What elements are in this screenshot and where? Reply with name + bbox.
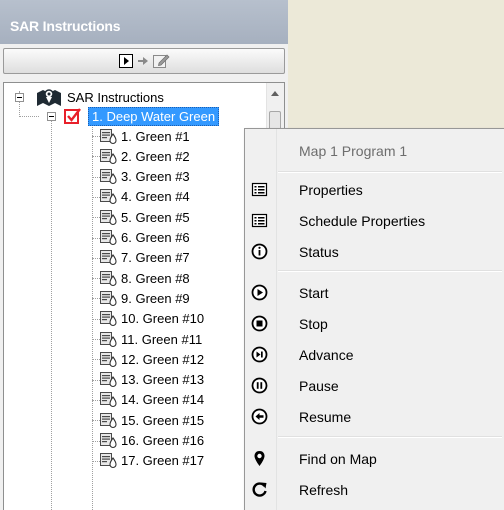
green-label: 7. Green #7 [121,250,190,266]
menu-header-label: Map 1 Program 1 [299,142,408,159]
green-schedule-icon [100,188,118,205]
map-pin-icon [254,451,265,466]
green-list-item[interactable]: 6. Green #6 [100,228,190,248]
green-schedule-icon [100,351,118,368]
green-list-item[interactable]: 7. Green #7 [100,248,190,268]
green-label: 10. Green #10 [121,311,205,327]
tree-view[interactable]: SAR Instructions 1. Deep Water Green 1. … [3,82,285,510]
green-list-item[interactable]: 17. Green #17 [100,451,204,471]
green-label: 15. Green #15 [121,412,205,428]
green-label: 1. Green #1 [121,128,190,144]
green-schedule-icon [100,209,118,226]
menu-label-pause: Pause [299,377,339,394]
menu-label-find-on-map: Find on Map [299,450,377,467]
green-list-item[interactable]: 15. Green #15 [100,410,204,430]
green-list-item[interactable]: 11. Green #11 [100,329,202,349]
green-schedule-icon [100,391,118,408]
refresh-icon [252,482,267,497]
green-schedule-icon [100,290,118,307]
tree-root-node[interactable]: SAR Instructions [35,87,164,107]
program-collapse-toggle[interactable] [47,112,56,121]
edit-icon [153,54,170,68]
red-checkbox-icon [64,108,81,124]
arrow-right-icon [138,57,148,65]
pause-icon [251,377,268,394]
green-list-item[interactable]: 1. Green #1 [100,126,190,146]
menu-item-refresh[interactable]: Refresh [245,474,503,505]
info-icon [251,243,268,260]
scroll-up-arrow-icon[interactable] [271,91,279,96]
menu-item-stop[interactable]: Stop [245,308,503,339]
menu-label-status: Status [299,243,339,260]
green-schedule-icon [100,270,118,287]
menu-item-start[interactable]: Start [245,277,503,308]
green-list-item[interactable]: 9. Green #9 [100,288,190,308]
green-schedule-icon [100,128,118,145]
green-label: 13. Green #13 [121,372,205,388]
menu-item-find-on-map[interactable]: Find on Map [245,443,503,474]
green-list-item[interactable]: 16. Green #16 [100,431,204,451]
green-schedule-icon [100,452,118,469]
schedule-list-icon [251,213,268,228]
green-label: 14. Green #14 [121,392,205,408]
properties-list-icon [251,182,268,197]
stop-icon [251,315,268,332]
menu-label-properties: Properties [299,181,363,198]
green-label: 4. Green #4 [121,189,190,205]
menu-item-status[interactable]: Status [245,236,503,267]
green-label: 2. Green #2 [121,148,190,164]
green-schedule-icon [100,432,118,449]
run-edit-button[interactable] [3,48,285,74]
menu-item-advance[interactable]: Advance [245,339,503,370]
menu-header: Map 1 Program 1 [245,135,503,166]
program-node[interactable]: 1. Deep Water Green [64,106,220,126]
menu-label-advance: Advance [299,346,354,363]
green-list-item[interactable]: 4. Green #4 [100,187,190,207]
green-list-item[interactable]: 12. Green #12 [100,349,204,369]
tree-root-label: SAR Instructions [67,89,164,105]
menu-item-schedule-properties[interactable]: Schedule Properties [245,205,503,236]
run-icon [119,54,133,68]
menu-label-schedule-properties: Schedule Properties [299,212,426,229]
menu-label-stop: Stop [299,315,328,332]
green-list-item[interactable]: 3. Green #3 [100,167,190,187]
green-list-item[interactable]: 5. Green #5 [100,207,190,227]
menu-label-resume: Resume [299,408,352,425]
green-label: 8. Green #8 [121,270,190,286]
green-schedule-icon [100,148,118,165]
green-label: 6. Green #6 [121,230,190,245]
green-schedule-icon [100,331,118,348]
green-label: 9. Green #9 [121,290,190,306]
skip-forward-icon [251,346,268,363]
map-pin-folder-icon [37,89,61,106]
context-menu: Map 1 Program 1 Properties Schedule Prop… [244,128,504,510]
green-label: 16. Green #16 [121,433,205,448]
green-list-item[interactable]: 10. Green #10 [100,309,204,329]
green-list-item[interactable]: 2. Green #2 [100,146,190,166]
menu-item-pause[interactable]: Pause [245,370,503,401]
menu-label-refresh: Refresh [299,481,349,498]
green-label: 12. Green #12 [121,351,205,367]
green-schedule-icon [100,168,118,185]
green-schedule-icon [100,249,118,266]
program-label: 1. Deep Water Green [88,106,220,126]
play-icon [251,284,268,301]
root-collapse-toggle[interactable] [15,93,24,102]
green-list-item[interactable]: 13. Green #13 [100,370,204,390]
panel-title: SAR Instructions [0,0,288,44]
green-list-item[interactable]: 8. Green #8 [100,268,190,288]
green-list-item[interactable]: 14. Green #14 [100,390,204,410]
resume-icon [251,408,268,425]
green-label: 3. Green #3 [121,169,190,185]
green-schedule-icon [100,412,118,429]
menu-label-start: Start [299,284,329,301]
green-label: 11. Green #11 [121,331,203,347]
green-schedule-icon [100,229,118,246]
menu-item-properties[interactable]: Properties [245,174,503,205]
green-schedule-icon [100,310,118,327]
green-schedule-icon [100,371,118,388]
green-label: 5. Green #5 [121,209,190,225]
menu-item-resume[interactable]: Resume [245,401,503,432]
green-label: 17. Green #17 [121,453,205,469]
